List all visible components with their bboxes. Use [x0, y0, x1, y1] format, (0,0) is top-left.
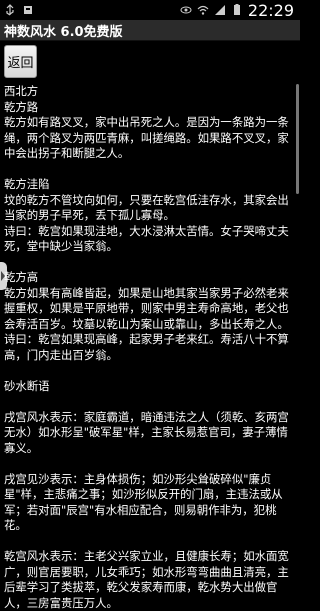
content-paragraph: 乾方路	[4, 99, 39, 114]
battery-icon	[233, 4, 240, 15]
status-bar: 22:29	[0, 0, 300, 20]
content-paragraph: 乾方洼陷	[4, 177, 50, 191]
content-paragraph: 坟的乾方不管坟向如何，只要在乾宫低洼存水，其家会出当家的男子早死，丢下孤儿寡母。	[4, 192, 289, 223]
toolbar: 返回	[0, 41, 300, 81]
content-paragraph: 西北方	[4, 84, 39, 98]
clock-time: 22:29	[247, 0, 294, 20]
content-paragraph: 乾方如有路叉叉，家中出吊死之人。是因为一条路为一条绳，两个路叉为两匹青麻，叫搓绳…	[4, 115, 289, 160]
content-paragraph: 诗曰：乾宫如果现高峰，起家男子老来红。寿活八十不算高，门内走出百岁翁。	[4, 332, 289, 362]
signal-icon	[214, 5, 225, 15]
eye-icon	[180, 6, 192, 14]
content-paragraph: 戌宫风水表示：家庭霸道，暗通违法之人（须乾、亥两宫无水）如水形呈"破军星"样，主…	[4, 409, 289, 455]
usb-icon	[6, 4, 14, 16]
app-title-bar: 神数风水 6.0免费版	[0, 20, 300, 41]
article-content[interactable]: 西北方 乾方路 乾方如有路叉叉，家中出吊死之人。是因为一条路为一条绳，两个路叉为两匹…	[4, 84, 297, 611]
side-drawer-handle-icon[interactable]	[0, 262, 7, 290]
content-paragraph: 诗曰：乾宫如果现洼地，大水浸淋太苦情。女子哭啼丈夫死，堂中缺少当家翁。	[4, 223, 289, 254]
content-paragraph: 乾宫风水表示：主老父兴家立业，且健康长寿；如水面宽广，则官居要职，儿女乖巧；如水…	[4, 549, 289, 610]
content-paragraph: 砂水断语	[4, 378, 50, 393]
content-paragraph: 戌宫见沙表示：主身体损伤；如沙形尖耸破碎似"廉贞星"样，主悲痛之事；如沙形似反开…	[4, 471, 283, 533]
notification-icon	[24, 6, 32, 14]
back-button[interactable]: 返回	[4, 45, 37, 78]
content-paragraph: 乾方如果有高峰皆起，如果是山地其家当家男子必然老来握重权，如果是平原地带，则家中…	[4, 285, 289, 331]
scrollbar[interactable]	[296, 84, 299, 194]
wifi-icon	[197, 5, 209, 15]
content-paragraph: 乾方高	[4, 270, 39, 284]
app-title: 神数风水 6.0免费版	[4, 24, 123, 40]
